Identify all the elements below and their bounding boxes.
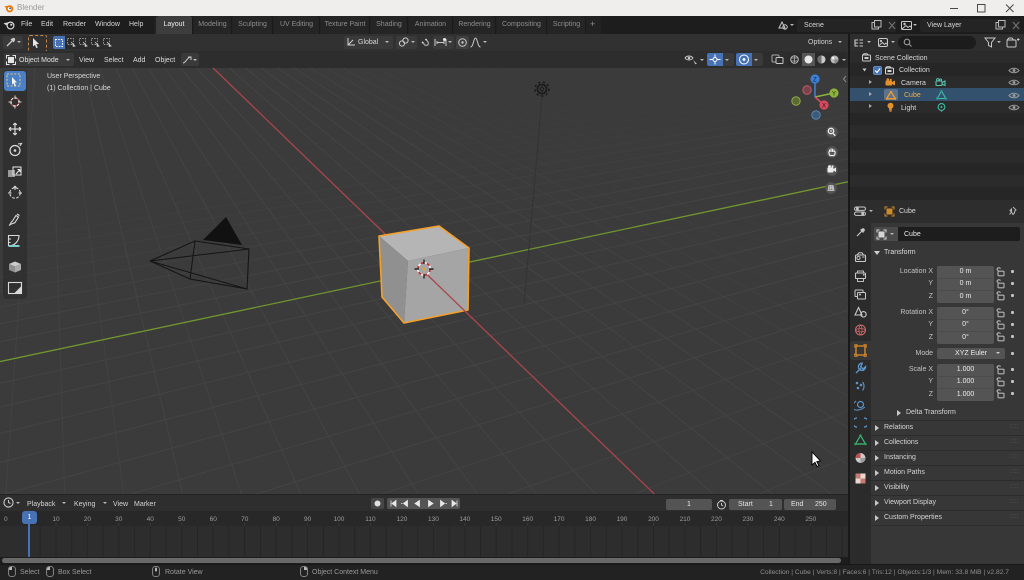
svg-text:230: 230 (742, 516, 753, 523)
svg-text:Z: Z (813, 78, 817, 84)
svg-text:150: 150 (491, 516, 502, 523)
svg-text:110: 110 (365, 516, 376, 523)
svg-text:210: 210 (680, 516, 691, 523)
svg-text:Y: Y (832, 92, 836, 98)
svg-text:30: 30 (115, 516, 123, 523)
svg-text:80: 80 (272, 516, 280, 523)
svg-text:240: 240 (774, 516, 785, 523)
svg-text:130: 130 (428, 516, 439, 523)
svg-text:190: 190 (617, 516, 628, 523)
svg-text:250: 250 (805, 516, 816, 523)
svg-text:180: 180 (585, 516, 596, 523)
svg-text:10: 10 (52, 516, 60, 523)
svg-text:60: 60 (210, 516, 218, 523)
svg-text:90: 90 (304, 516, 312, 523)
svg-text:50: 50 (178, 516, 186, 523)
svg-text:40: 40 (147, 516, 155, 523)
svg-text:160: 160 (522, 516, 533, 523)
svg-text:0: 0 (4, 516, 8, 523)
svg-text:X: X (822, 104, 826, 110)
svg-text:140: 140 (459, 516, 470, 523)
svg-text:120: 120 (396, 516, 407, 523)
svg-text:170: 170 (554, 516, 565, 523)
svg-text:200: 200 (648, 516, 659, 523)
svg-text:20: 20 (84, 516, 92, 523)
svg-text:100: 100 (334, 516, 345, 523)
svg-text:70: 70 (241, 516, 249, 523)
svg-text:220: 220 (711, 516, 722, 523)
